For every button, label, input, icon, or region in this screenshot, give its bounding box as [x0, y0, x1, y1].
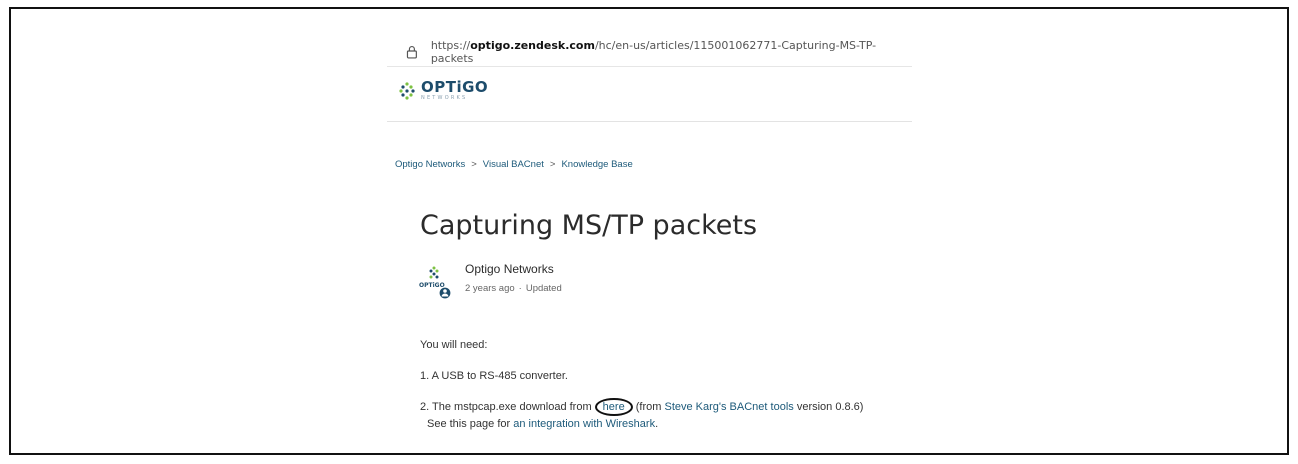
item2-suffix: version 0.8.6) [793, 401, 864, 413]
breadcrumb-separator: > [549, 159, 556, 170]
item3-suffix: . [655, 418, 659, 430]
url-domain: optigo.zendesk.com [470, 39, 595, 52]
list-item-continuation: See this page for an integration with Wi… [427, 418, 658, 430]
header-divider [387, 121, 912, 122]
bacnet-tools-link[interactable]: Steve Karg's BACnet tools [664, 401, 793, 413]
article-age: 2 years ago [465, 283, 515, 294]
breadcrumb: Optigo Networks > Visual BACnet > Knowledge … [395, 159, 633, 170]
intro-text: You will need: [420, 339, 488, 351]
author-name[interactable]: Optigo Networks [465, 262, 554, 276]
breadcrumb-item-visual-bacnet[interactable]: Visual BACnet [483, 159, 544, 170]
breadcrumb-item-optigo-networks[interactable]: Optigo Networks [395, 159, 465, 170]
breadcrumb-separator: > [471, 159, 477, 170]
meta-separator-icon: · [518, 283, 522, 294]
lock-icon [406, 46, 417, 59]
item2-mid: (from [632, 401, 665, 413]
list-item: 1. A USB to RS-485 converter. [420, 370, 568, 382]
item3-prefix: See this page for [427, 418, 514, 430]
logo-subtitle: NETWORKS [421, 95, 468, 101]
logo-mark-icon [399, 81, 415, 100]
logo-name: OPTiGO [421, 78, 489, 96]
url-prefix: https:// [430, 39, 471, 52]
item2-prefix: 2. The mstpcap.exe download from [420, 401, 595, 413]
url-text[interactable]: https://optigo.zendesk.com/hc/en-us/arti… [431, 39, 912, 65]
article-updated: Updated [525, 283, 562, 294]
article-title: Capturing MS/TP packets [420, 210, 758, 241]
wireshark-integration-link[interactable]: an integration with Wireshark [513, 418, 655, 430]
address-bar[interactable]: https://optigo.zendesk.com/hc/en-us/arti… [387, 38, 912, 67]
author-avatar[interactable]: OPTiGO [418, 264, 454, 300]
breadcrumb-item-knowledge-base[interactable]: Knowledge Base [561, 159, 632, 170]
here-link[interactable]: here [594, 398, 633, 417]
optigo-logo[interactable]: OPTiGO NETWORKS [399, 80, 488, 101]
article-meta: 2 years ago · Updated [465, 283, 562, 294]
list-item: 2. The mstpcap.exe download from here (f… [420, 398, 864, 417]
